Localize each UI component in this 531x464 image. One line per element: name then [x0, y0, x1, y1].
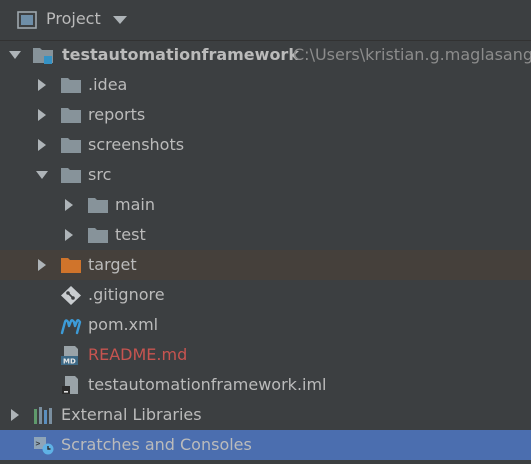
tree-item-label: main [115, 195, 155, 214]
chevron-down-icon[interactable] [8, 48, 22, 62]
tree-item-test[interactable]: test [0, 220, 531, 250]
tree-item-target[interactable]: target [0, 250, 531, 280]
chevron-right-icon[interactable] [35, 78, 49, 92]
folder-icon [61, 168, 81, 183]
git-file-icon [61, 286, 81, 305]
project-panel-header: Project [0, 0, 531, 41]
tree-item-idea[interactable]: .idea [0, 70, 531, 100]
svg-text:MD: MD [63, 358, 76, 366]
tree-item-label: test [115, 225, 146, 244]
tree-item-main[interactable]: main [0, 190, 531, 220]
tree-item-src[interactable]: src [0, 160, 531, 190]
svg-text:>: > [36, 439, 41, 448]
tree-item-root[interactable]: testautomationframework C:\Users\kristia… [0, 40, 531, 70]
tree-item-iml[interactable]: testautomationframework.iml [0, 370, 531, 400]
chevron-right-icon[interactable] [35, 258, 49, 272]
tree-item-label: target [88, 255, 137, 274]
tree-item-readme[interactable]: MD README.md [0, 340, 531, 370]
tree-item-external-libraries[interactable]: External Libraries [0, 400, 531, 430]
tree-item-label: .idea [88, 75, 128, 94]
tree-item-scratches[interactable]: > Scratches and Consoles [0, 430, 531, 460]
project-window-icon [17, 11, 37, 29]
tree-item-reports[interactable]: reports [0, 100, 531, 130]
scratches-icon: > [34, 437, 54, 455]
tree-item-label: screenshots [88, 135, 185, 154]
tree-item-label: External Libraries [61, 405, 202, 424]
maven-icon [60, 319, 82, 335]
markdown-file-icon: MD [61, 346, 78, 366]
tree-item-label: .gitignore [88, 285, 165, 304]
iml-file-icon [62, 376, 78, 394]
chevron-right-icon[interactable] [62, 228, 76, 242]
tree-item-label: testautomationframework.iml [88, 375, 327, 394]
tree-item-pom[interactable]: pom.xml [0, 310, 531, 340]
tree-item-label: pom.xml [88, 315, 159, 334]
project-path-text: C:\Users\kristian.g.maglasang\ [293, 45, 531, 64]
chevron-right-icon[interactable] [8, 408, 22, 422]
libraries-icon [34, 407, 52, 424]
module-folder-icon [33, 48, 53, 64]
chevron-right-icon[interactable] [62, 198, 76, 212]
tree-item-gitignore[interactable]: .gitignore [0, 280, 531, 310]
chevron-down-icon[interactable] [35, 168, 49, 182]
panel-title: Project [46, 9, 101, 28]
tree-item-label: testautomationframework [62, 45, 299, 64]
chevron-right-icon[interactable] [35, 108, 49, 122]
caret-down-icon[interactable] [112, 13, 128, 27]
excluded-folder-icon [61, 258, 81, 273]
tree-item-label: README.md [88, 345, 188, 364]
chevron-right-icon[interactable] [35, 138, 49, 152]
folder-icon [88, 198, 108, 213]
tree-item-screenshots[interactable]: screenshots [0, 130, 531, 160]
folder-icon [61, 138, 81, 153]
tree-item-label: reports [88, 105, 146, 124]
folder-icon [61, 108, 81, 123]
tree-item-label: Scratches and Consoles [61, 435, 252, 454]
tree-item-label: src [88, 165, 112, 184]
folder-icon [88, 228, 108, 243]
folder-icon [61, 78, 81, 93]
